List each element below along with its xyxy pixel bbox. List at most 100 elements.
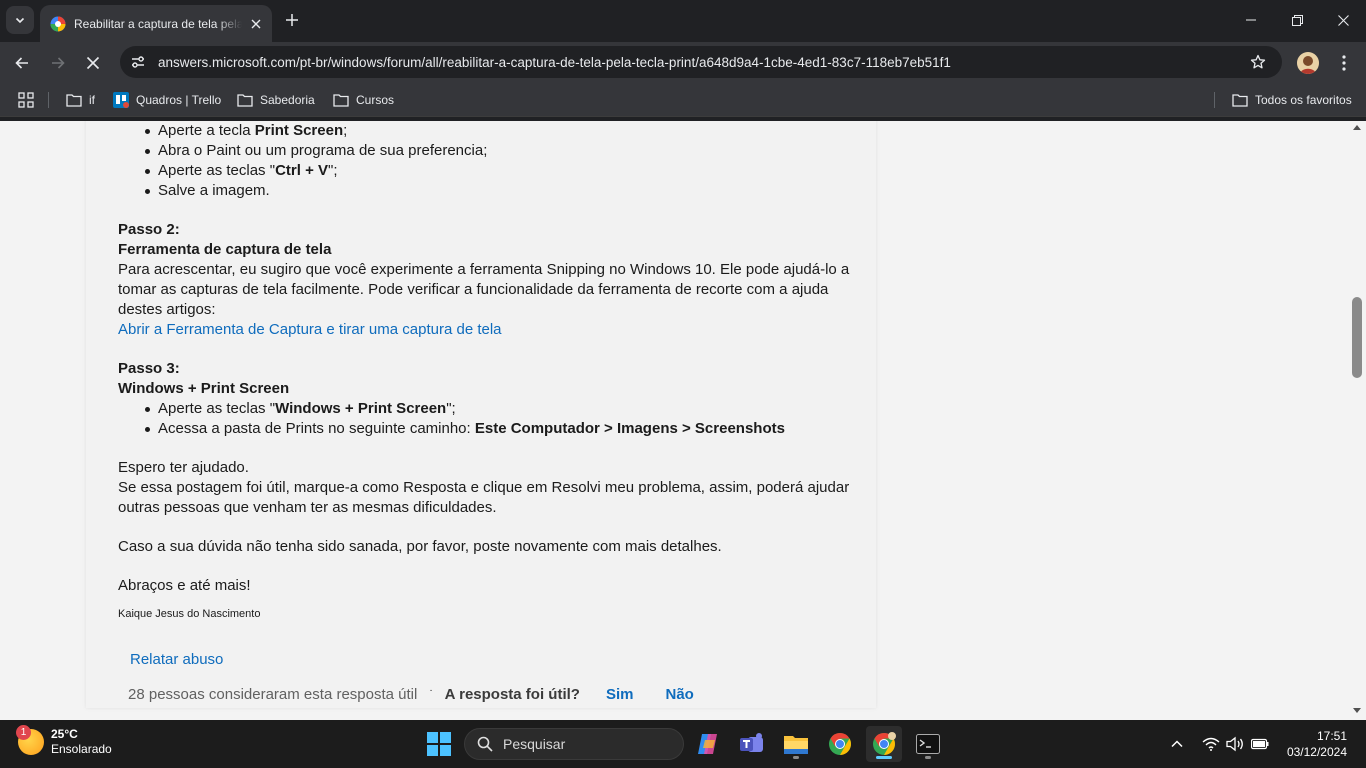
taskbar-search[interactable]: Pesquisar [464, 728, 684, 760]
browser-toolbar: answers.microsoft.com/pt-br/windows/foru… [0, 42, 1366, 83]
back-button[interactable] [7, 48, 37, 78]
folder-icon [237, 94, 253, 107]
restore-icon [1291, 14, 1303, 26]
tab-title: Reabilitar a captura de tela pela tecla … [74, 16, 242, 31]
apps-button[interactable] [18, 91, 41, 109]
bookmarks-divider [1214, 92, 1215, 108]
closing-text: Se essa postagem foi útil, marque-a como… [118, 479, 850, 516]
terminal-icon [916, 734, 940, 754]
taskbar-copilot[interactable] [690, 726, 726, 762]
close-icon [86, 56, 100, 70]
trello-icon [113, 92, 129, 108]
list-item: Acessa a pasta de Prints no seguinte cam… [118, 419, 858, 439]
scroll-down-arrow-icon[interactable] [1353, 708, 1361, 713]
apps-grid-icon [18, 92, 34, 108]
sun-icon: 1 [16, 725, 44, 755]
tab-search-button[interactable] [6, 6, 34, 34]
all-bookmarks-folder[interactable]: Todos os favoritos [1232, 91, 1352, 109]
url-text[interactable]: answers.microsoft.com/pt-br/windows/foru… [158, 55, 1244, 70]
list-item: Aperte as teclas "Windows + Print Screen… [118, 399, 858, 419]
weather-widget[interactable]: 1 25°C Ensolarado [16, 725, 112, 757]
battery-icon [1251, 738, 1269, 750]
bookmark-label: Todos os favoritos [1255, 93, 1352, 107]
running-indicator [925, 756, 931, 759]
step3-subheading: Windows + Print Screen [118, 380, 290, 397]
chevron-down-icon [15, 17, 25, 24]
chevron-up-icon [1171, 740, 1183, 748]
windows-logo-icon [427, 732, 451, 756]
active-indicator [876, 756, 892, 759]
step2-heading: Passo 2: [118, 221, 180, 238]
arrow-left-icon [15, 57, 28, 69]
address-bar[interactable]: answers.microsoft.com/pt-br/windows/foru… [120, 46, 1282, 78]
start-button[interactable] [421, 726, 457, 762]
scroll-thumb[interactable] [1352, 297, 1362, 378]
site-info-icon[interactable] [126, 50, 150, 74]
folder-icon [1232, 94, 1248, 107]
teams-icon [740, 733, 763, 752]
more-vert-icon [1342, 55, 1346, 71]
chrome-icon [873, 732, 896, 755]
closing-text: Espero ter ajudado. [118, 459, 249, 476]
tab-strip: Reabilitar a captura de tela pela tecla … [0, 0, 1366, 42]
avatar-icon [1297, 52, 1319, 74]
snipping-tool-link[interactable]: Abrir a Ferramenta de Captura e tirar um… [118, 321, 502, 338]
scroll-up-arrow-icon[interactable] [1353, 125, 1361, 130]
bookmark-label: Quadros | Trello [136, 93, 222, 107]
bookmarks-bar: if Quadros | Trello Sabedoria Cursos Tod… [0, 83, 1366, 117]
copilot-icon [698, 734, 717, 754]
helpful-count: 28 pessoas consideraram esta resposta út… [128, 685, 418, 703]
arrow-right-icon [52, 57, 65, 69]
list-item: Aperte a tecla Print Screen; [118, 121, 858, 141]
volume-button[interactable] [1226, 720, 1244, 768]
browser-tab-active[interactable]: Reabilitar a captura de tela pela tecla … [40, 5, 272, 42]
tray-overflow-button[interactable] [1170, 720, 1184, 768]
bookmark-label: Cursos [356, 93, 395, 107]
profile-avatar[interactable] [1297, 52, 1319, 74]
taskbar-terminal[interactable] [910, 726, 946, 762]
bookmarks-divider [48, 92, 49, 108]
clock-date: 03/12/2024 [1286, 745, 1347, 759]
helpful-question: A resposta foi útil? [444, 685, 580, 703]
battery-button[interactable] [1251, 720, 1269, 768]
folder-icon [784, 736, 808, 754]
helpful-row: 28 pessoas consideraram esta resposta út… [128, 683, 694, 705]
taskbar-chrome[interactable] [822, 726, 858, 762]
close-window-button[interactable] [1320, 0, 1366, 40]
bookmark-trello[interactable]: Quadros | Trello [113, 91, 221, 109]
helpful-no-button[interactable]: Não [665, 686, 693, 703]
taskbar-teams[interactable] [734, 726, 770, 762]
network-button[interactable] [1202, 720, 1220, 768]
search-icon [477, 736, 493, 752]
forward-button[interactable] [43, 48, 73, 78]
stop-loading-button[interactable] [78, 48, 108, 78]
step3-list: Aperte as teclas "Windows + Print Screen… [118, 399, 858, 439]
search-placeholder: Pesquisar [503, 736, 566, 752]
windows-taskbar: 1 25°C Ensolarado Pesquisar 17:51 03/12/… [0, 720, 1366, 768]
folder-icon [333, 94, 349, 107]
new-tab-button[interactable] [280, 8, 304, 32]
plus-icon [286, 14, 298, 26]
separator-dot: · [429, 684, 433, 696]
temperature: 25°C [51, 727, 78, 741]
step1-list: Aperte a tecla Print Screen; Abra o Pain… [118, 121, 858, 201]
tab-close-icon[interactable] [248, 16, 264, 32]
bookmark-folder-cursos[interactable]: Cursos [333, 91, 394, 109]
bookmark-folder-if[interactable]: if [66, 91, 95, 109]
minimize-button[interactable] [1228, 0, 1274, 40]
restore-button[interactable] [1274, 0, 1320, 40]
bookmark-star-icon[interactable] [1244, 48, 1272, 76]
system-clock[interactable]: 17:51 03/12/2024 [1287, 728, 1347, 760]
page-scrollbar[interactable] [1349, 121, 1366, 720]
helpful-yes-button[interactable]: Sim [606, 686, 634, 703]
close-icon [1337, 14, 1349, 26]
list-item: Abra o Paint ou um programa de sua prefe… [118, 141, 858, 161]
clock-time: 17:51 [1316, 729, 1347, 743]
closing-text: Caso a sua dúvida não tenha sido sanada,… [118, 538, 722, 555]
list-item: Salve a imagem. [118, 181, 858, 201]
report-abuse-link[interactable]: Relatar abuso [130, 651, 223, 668]
bookmark-folder-sabedoria[interactable]: Sabedoria [237, 91, 315, 109]
taskbar-chrome-profile[interactable] [866, 726, 902, 762]
taskbar-file-explorer[interactable] [778, 726, 814, 762]
browser-menu-button[interactable] [1332, 50, 1356, 76]
